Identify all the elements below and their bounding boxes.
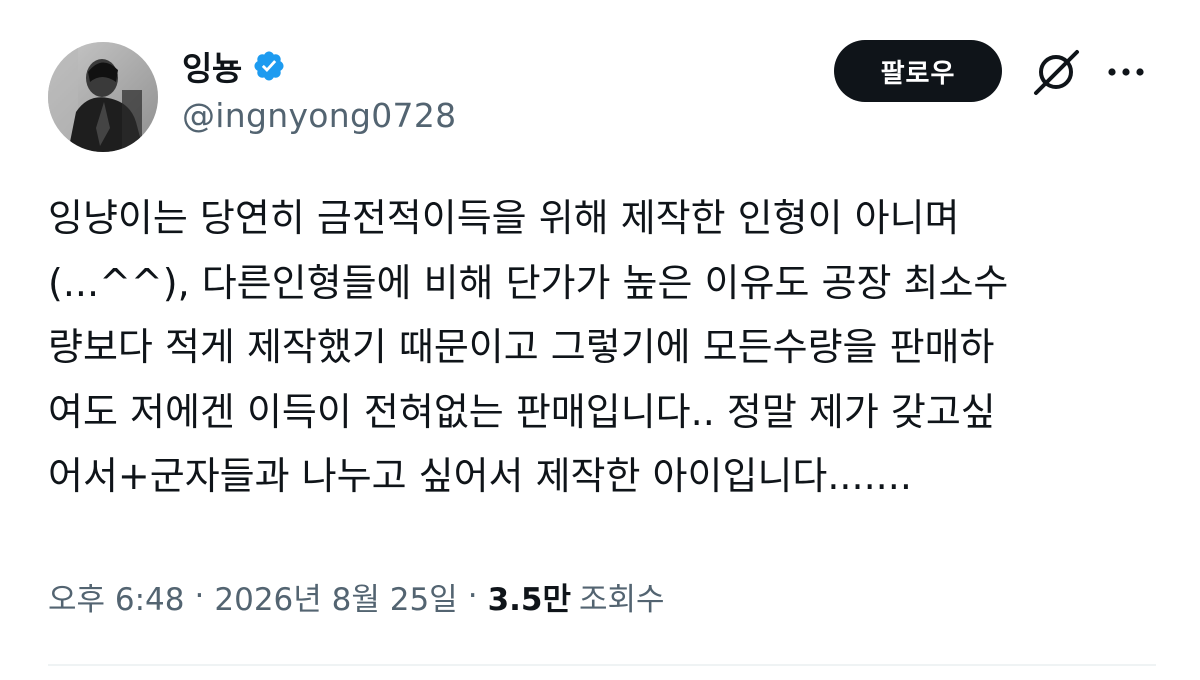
meta-separator: · — [194, 578, 205, 614]
tweet-card: 잉뇽 @ingnyong0728 팔로우 잉냥이는 당연히 금전적이득을 위해 … — [0, 0, 1200, 680]
author-handle[interactable]: @ingnyong0728 — [182, 96, 456, 135]
tweet-text-line: (...^^), 다른인형들에 비해 단가가 높은 이유도 공장 최소수 — [48, 260, 1009, 305]
display-name[interactable]: 잉뇽 — [182, 42, 242, 90]
tweet-date[interactable]: 2026년 8월 25일 — [214, 574, 457, 619]
meta-separator: · — [467, 578, 478, 614]
tweet-text-line: 여도 저에겐 이득이 전혀없는 판매입니다.. 정말 제가 갖고싶 — [48, 389, 996, 434]
avatar[interactable] — [48, 42, 158, 152]
tweet-text-line: 어서+군자들과 나누고 싶어서 제작한 아이입니다....... — [48, 454, 912, 498]
tweet-text-line: 량보다 적게 제작했기 때문이고 그렇기에 모든수량을 판매하 — [48, 325, 995, 369]
views-label: 조회수 — [579, 581, 665, 618]
tweet-text: 잉냥이는 당연히 금전적이득을 위해 제작한 인형이 아니며 (...^^), … — [48, 186, 1168, 509]
tweet-text-line: 잉냥이는 당연히 금전적이득을 위해 제작한 인형이 아니며 — [48, 196, 960, 240]
views-count[interactable]: 3.5만 — [488, 574, 571, 619]
divider — [48, 664, 1156, 666]
more-icon[interactable] — [1104, 54, 1148, 90]
tweet-meta: 오후 6:48 · 2026년 8월 25일 · 3.5만 조회수 — [48, 572, 665, 620]
author-name-row: 잉뇽 — [182, 42, 286, 90]
tweet-time[interactable]: 오후 6:48 — [48, 574, 185, 619]
grok-icon[interactable] — [1030, 46, 1082, 98]
verified-badge-icon[interactable] — [252, 49, 286, 83]
follow-button[interactable]: 팔로우 — [834, 40, 1002, 102]
